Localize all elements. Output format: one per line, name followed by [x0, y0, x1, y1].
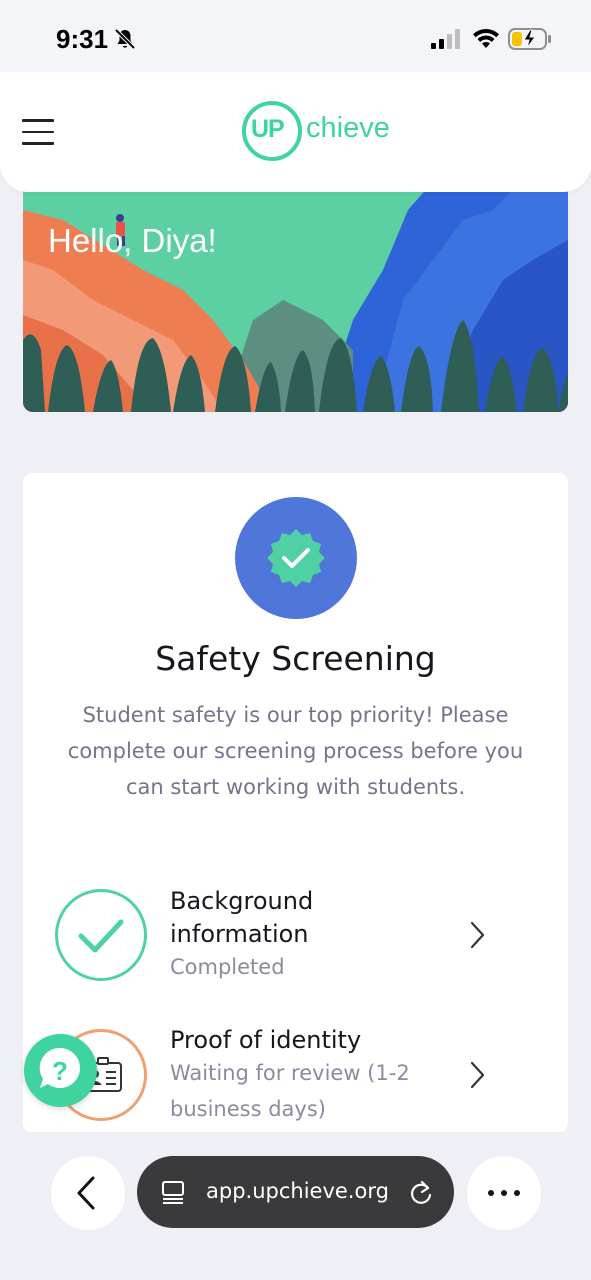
status-time: 9:31 — [56, 24, 109, 54]
hamburger-icon-bar — [22, 130, 54, 133]
back-arrow-icon — [77, 1176, 95, 1210]
chevron-right-icon — [470, 921, 485, 949]
reload-icon[interactable] — [407, 1177, 435, 1207]
upchieve-logo[interactable]: UP chieve — [242, 101, 392, 163]
signal-icon — [431, 29, 460, 49]
tabs-icon — [162, 1181, 184, 1204]
more-options-button[interactable] — [467, 1156, 541, 1230]
verified-badge — [235, 497, 357, 619]
step-status-circle — [55, 889, 147, 981]
back-button[interactable] — [51, 1156, 125, 1230]
browser-toolbar: app.upchieve.org — [0, 1132, 591, 1280]
more-icon — [488, 1190, 520, 1196]
step-title: Proof of identity — [170, 1026, 362, 1054]
logo-up-text: UP — [251, 115, 285, 143]
bell-slash-icon — [114, 28, 136, 50]
hamburger-menu-button[interactable] — [22, 119, 54, 147]
chevron-right-icon — [470, 1061, 485, 1089]
verified-badge-icon — [267, 529, 325, 587]
safety-screening-card: Safety Screening Student safety is our t… — [23, 473, 568, 1133]
help-button[interactable]: ? — [24, 1034, 97, 1107]
svg-text:?: ? — [52, 1056, 68, 1086]
app-header: UP chieve — [0, 72, 591, 192]
step-title-line1: Background — [170, 887, 314, 915]
step-background-information[interactable]: Background information Completed — [23, 885, 568, 995]
card-title: Safety Screening — [155, 639, 436, 678]
logo-chieve-text: chieve — [306, 112, 390, 144]
question-chat-icon: ? — [39, 1047, 81, 1088]
hamburger-icon-bar — [22, 119, 54, 122]
step-status: Completed — [170, 955, 285, 979]
step-status-line2: business days) — [170, 1097, 326, 1121]
status-bar: 9:31 — [0, 0, 591, 72]
step-proof-of-identity[interactable]: Proof of identity Waiting for review (1-… — [23, 1023, 568, 1133]
battery-charging-icon — [508, 28, 551, 50]
checkmark-icon — [78, 919, 124, 953]
step-title-line2: information — [170, 920, 309, 948]
hamburger-icon-bar — [22, 142, 54, 145]
step-status-line1: Waiting for review (1-2 — [170, 1061, 410, 1085]
card-description: Student safety is our top priority! Plea… — [67, 703, 524, 799]
url-text: app.upchieve.org — [206, 1179, 389, 1203]
wifi-icon — [473, 28, 499, 48]
greeting-text: Hello, Diya! — [48, 222, 217, 259]
address-bar[interactable]: app.upchieve.org — [137, 1156, 454, 1228]
